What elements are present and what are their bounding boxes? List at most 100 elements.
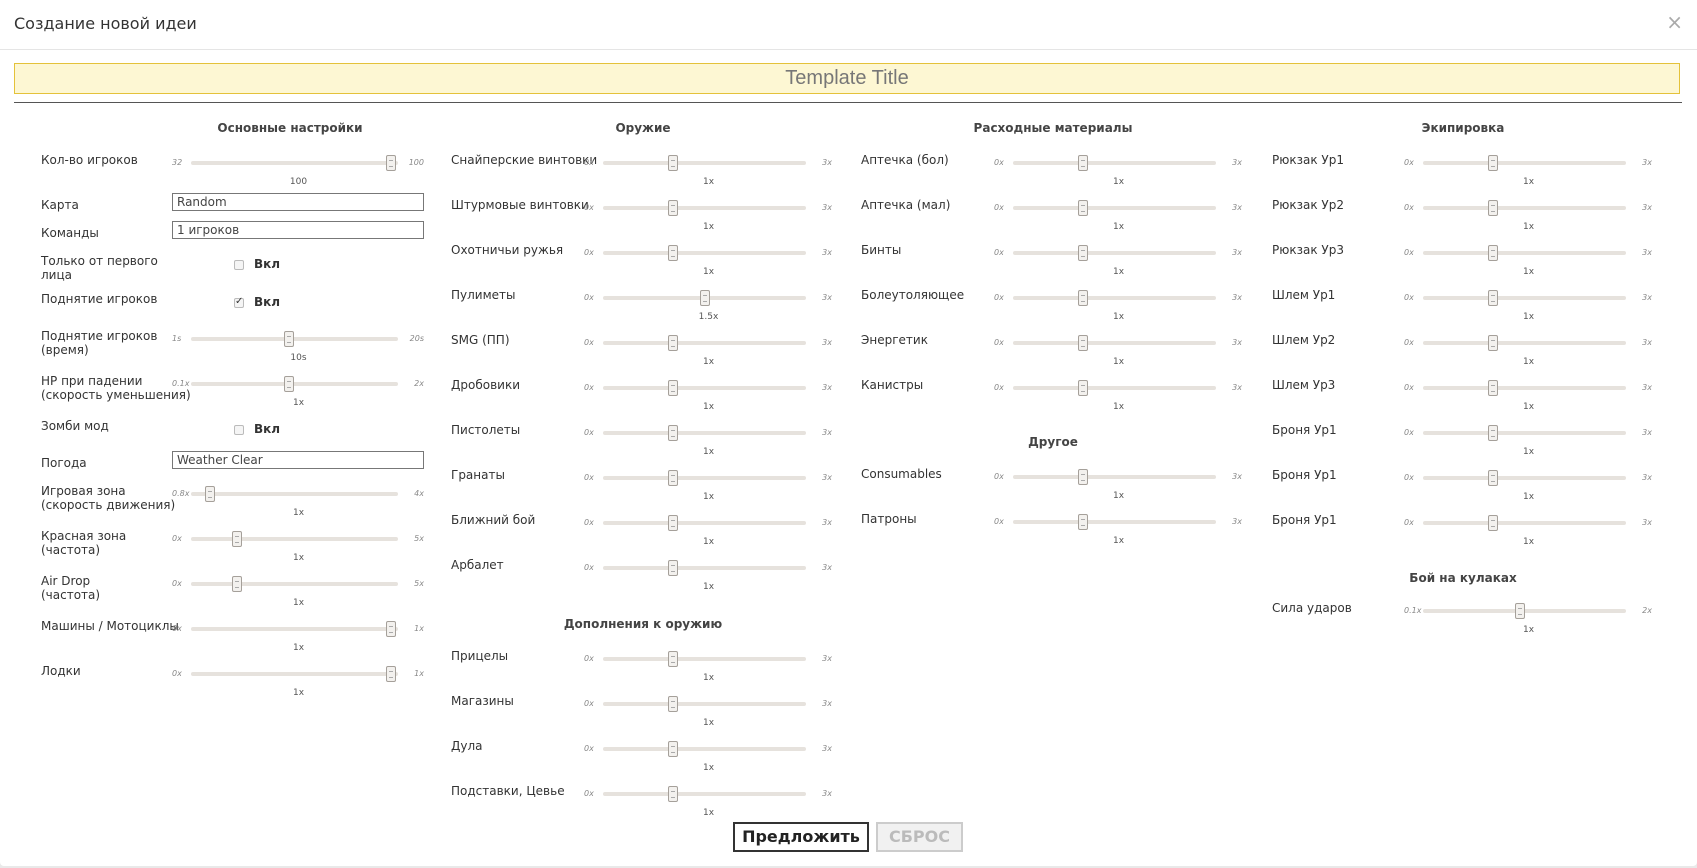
setting-slider[interactable]: 0.1x 2x 1x	[1404, 603, 1652, 635]
slider-track[interactable]	[191, 582, 398, 586]
slider-thumb[interactable]	[1487, 425, 1498, 441]
submit-button[interactable]: Предложить	[733, 822, 869, 852]
slider-thumb[interactable]	[231, 576, 242, 592]
setting-slider[interactable]: 0x 3x 1x	[994, 155, 1242, 187]
slider-thumb[interactable]	[1077, 155, 1088, 171]
slider-track[interactable]	[1013, 251, 1216, 255]
setting-slider[interactable]: 0x 3x 1x	[584, 470, 832, 502]
slider-track[interactable]	[1013, 386, 1216, 390]
slider-thumb[interactable]	[667, 515, 678, 531]
slider-thumb[interactable]	[667, 200, 678, 216]
setting-checkbox[interactable]	[234, 296, 244, 308]
setting-slider[interactable]: 0x 3x 1x	[1404, 245, 1652, 277]
setting-slider[interactable]: 0x 3x 1x	[584, 200, 832, 232]
setting-slider[interactable]: 0x 3x 1x	[584, 245, 832, 277]
slider-thumb[interactable]	[386, 155, 396, 171]
slider-track[interactable]	[603, 161, 806, 165]
slider-thumb[interactable]	[667, 696, 678, 712]
slider-thumb[interactable]	[667, 335, 678, 351]
slider-track[interactable]	[191, 672, 398, 676]
slider-track[interactable]	[191, 382, 398, 386]
setting-slider[interactable]: 0x 3x 1x	[584, 741, 832, 773]
slider-thumb[interactable]	[667, 470, 678, 486]
slider-track[interactable]	[191, 337, 398, 341]
setting-text-input[interactable]: 1 игроков	[172, 221, 424, 239]
setting-slider[interactable]: 0x 3x 1x	[584, 651, 832, 683]
setting-slider[interactable]: 0x 3x 1x	[1404, 290, 1652, 322]
slider-thumb[interactable]	[1487, 200, 1498, 216]
setting-slider[interactable]: 1s 20s 10s	[172, 331, 424, 363]
setting-slider[interactable]: 0x 3x 1x	[1404, 200, 1652, 232]
slider-track[interactable]	[1013, 341, 1216, 345]
setting-slider[interactable]: 32 100 100	[172, 155, 424, 187]
slider-track[interactable]	[1013, 520, 1216, 524]
slider-track[interactable]	[1013, 475, 1216, 479]
setting-slider[interactable]: 0x 3x 1x	[1404, 155, 1652, 187]
slider-thumb[interactable]	[284, 331, 295, 347]
slider-thumb[interactable]	[1487, 515, 1498, 531]
setting-slider[interactable]: 0x 3x 1x	[1404, 515, 1652, 547]
slider-thumb[interactable]	[205, 486, 216, 502]
slider-track[interactable]	[191, 161, 398, 165]
setting-text-input[interactable]: Weather Clear	[172, 451, 424, 469]
slider-track[interactable]	[603, 792, 806, 796]
slider-thumb[interactable]	[1487, 380, 1498, 396]
slider-track[interactable]	[603, 566, 806, 570]
slider-thumb[interactable]	[386, 666, 396, 682]
slider-track[interactable]	[603, 702, 806, 706]
setting-slider[interactable]: 0x 5x 1x	[172, 531, 424, 563]
slider-track[interactable]	[603, 476, 806, 480]
slider-thumb[interactable]	[1077, 380, 1088, 396]
slider-thumb[interactable]	[386, 621, 396, 637]
setting-slider[interactable]: 0x 3x 1x	[584, 696, 832, 728]
setting-slider[interactable]: 0x 3x 1x	[994, 200, 1242, 232]
reset-button[interactable]: СБРОС	[876, 822, 963, 852]
setting-slider[interactable]: 0x 1x 1x	[172, 666, 424, 698]
slider-track[interactable]	[603, 431, 806, 435]
template-title-input[interactable]: Template Title	[14, 63, 1680, 94]
slider-track[interactable]	[1423, 251, 1626, 255]
setting-slider[interactable]: 0x 3x 1x	[994, 514, 1242, 546]
setting-slider[interactable]: 0x 3x 1x	[584, 786, 832, 818]
slider-thumb[interactable]	[1487, 335, 1498, 351]
slider-thumb[interactable]	[667, 786, 678, 802]
slider-thumb[interactable]	[1077, 514, 1088, 530]
setting-slider[interactable]: 0x 3x 1x	[1404, 335, 1652, 367]
setting-slider[interactable]: 0x 3x 1x	[1404, 380, 1652, 412]
setting-slider[interactable]: 0x 3x 1x	[1404, 425, 1652, 457]
slider-track[interactable]	[603, 341, 806, 345]
setting-slider[interactable]: 0x 3x 1x	[994, 290, 1242, 322]
slider-track[interactable]	[191, 492, 398, 496]
slider-thumb[interactable]	[1077, 245, 1088, 261]
slider-thumb[interactable]	[1487, 470, 1498, 486]
slider-thumb[interactable]	[1077, 290, 1088, 306]
slider-track[interactable]	[603, 386, 806, 390]
slider-thumb[interactable]	[231, 531, 242, 547]
slider-track[interactable]	[1423, 296, 1626, 300]
slider-thumb[interactable]	[1077, 200, 1088, 216]
slider-thumb[interactable]	[667, 245, 678, 261]
setting-slider[interactable]: 0x 5x 1x	[172, 576, 424, 608]
slider-thumb[interactable]	[1487, 155, 1498, 171]
setting-slider[interactable]: 0x 3x 1x	[584, 380, 832, 412]
setting-slider[interactable]: 0x 3x 1x	[584, 425, 832, 457]
setting-slider[interactable]: 0x 3x 1x	[994, 380, 1242, 412]
slider-track[interactable]	[1423, 386, 1626, 390]
slider-thumb[interactable]	[1077, 469, 1088, 485]
slider-track[interactable]	[1013, 161, 1216, 165]
setting-slider[interactable]: 0.1x 2x 1x	[172, 376, 424, 408]
slider-thumb[interactable]	[667, 425, 678, 441]
slider-track[interactable]	[1423, 476, 1626, 480]
slider-thumb[interactable]	[699, 290, 710, 306]
slider-thumb[interactable]	[667, 651, 678, 667]
slider-thumb[interactable]	[284, 376, 295, 392]
slider-track[interactable]	[1423, 521, 1626, 525]
slider-thumb[interactable]	[1487, 245, 1498, 261]
slider-track[interactable]	[191, 537, 398, 541]
slider-track[interactable]	[603, 206, 806, 210]
setting-slider[interactable]: 0x 3x 1x	[584, 515, 832, 547]
setting-slider[interactable]: 0x 3x 1x	[584, 155, 832, 187]
slider-track[interactable]	[1423, 341, 1626, 345]
slider-thumb[interactable]	[667, 560, 678, 576]
slider-track[interactable]	[191, 627, 398, 631]
